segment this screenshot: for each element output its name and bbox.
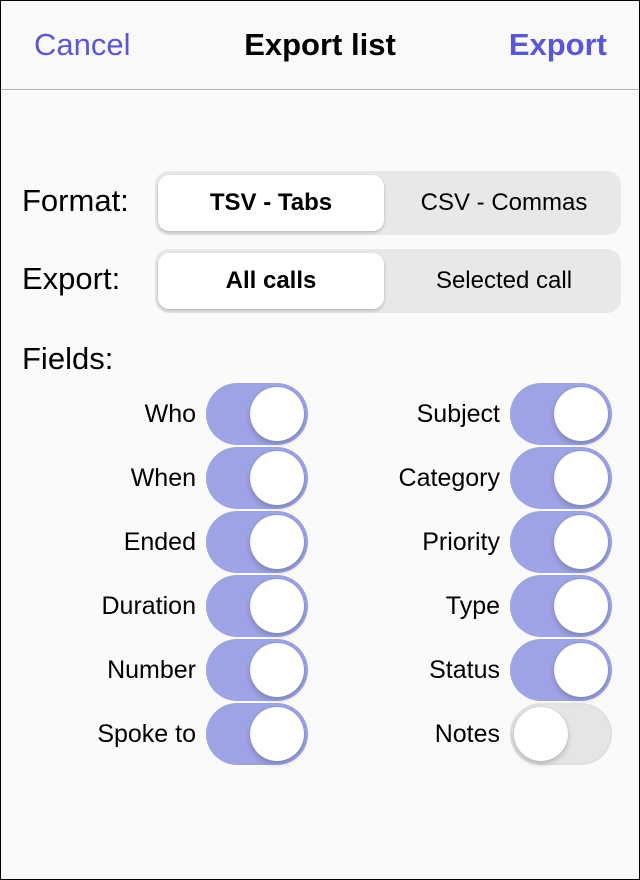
- toggle-knob: [554, 579, 608, 633]
- toggle-status[interactable]: [510, 639, 612, 701]
- export-label: Export:: [22, 261, 121, 296]
- field-label-category: Category: [398, 464, 500, 492]
- navigation-bar: Cancel Export list Export: [1, 1, 639, 90]
- cancel-button[interactable]: Cancel: [34, 25, 131, 65]
- export-option-selected-call[interactable]: Selected call: [391, 253, 617, 309]
- export-option-all-calls[interactable]: All calls: [158, 253, 384, 309]
- field-label-status: Status: [429, 656, 500, 684]
- toggle-knob: [514, 707, 568, 761]
- toggle-knob: [554, 387, 608, 441]
- toggle-subject[interactable]: [510, 383, 612, 445]
- export-segmented-control: All calls Selected call: [155, 249, 621, 313]
- field-row-notes: Notes: [1, 703, 612, 765]
- format-label: Format:: [22, 183, 129, 218]
- field-row-subject: Subject: [1, 383, 612, 445]
- toggle-priority[interactable]: [510, 511, 612, 573]
- field-row-priority: Priority: [1, 511, 612, 573]
- field-label-priority: Priority: [422, 528, 500, 556]
- page-title: Export list: [244, 27, 396, 62]
- export-list-sheet: Cancel Export list Export Format: TSV - …: [0, 0, 640, 880]
- field-label-type: Type: [445, 592, 500, 620]
- field-row-category: Category: [1, 447, 612, 509]
- export-button[interactable]: Export: [509, 25, 607, 65]
- fields-label: Fields:: [22, 341, 114, 376]
- toggle-notes[interactable]: [510, 703, 612, 765]
- format-option-csv[interactable]: CSV - Commas: [391, 175, 617, 231]
- toggle-type[interactable]: [510, 575, 612, 637]
- field-row-status: Status: [1, 639, 612, 701]
- toggle-knob: [554, 643, 608, 697]
- field-row-type: Type: [1, 575, 612, 637]
- toggle-knob: [554, 515, 608, 569]
- field-label-notes: Notes: [434, 720, 500, 748]
- toggle-category[interactable]: [510, 447, 612, 509]
- toggle-knob: [554, 451, 608, 505]
- field-label-subject: Subject: [416, 400, 500, 428]
- format-option-tsv[interactable]: TSV - Tabs: [158, 175, 384, 231]
- format-segmented-control: TSV - Tabs CSV - Commas: [155, 171, 621, 235]
